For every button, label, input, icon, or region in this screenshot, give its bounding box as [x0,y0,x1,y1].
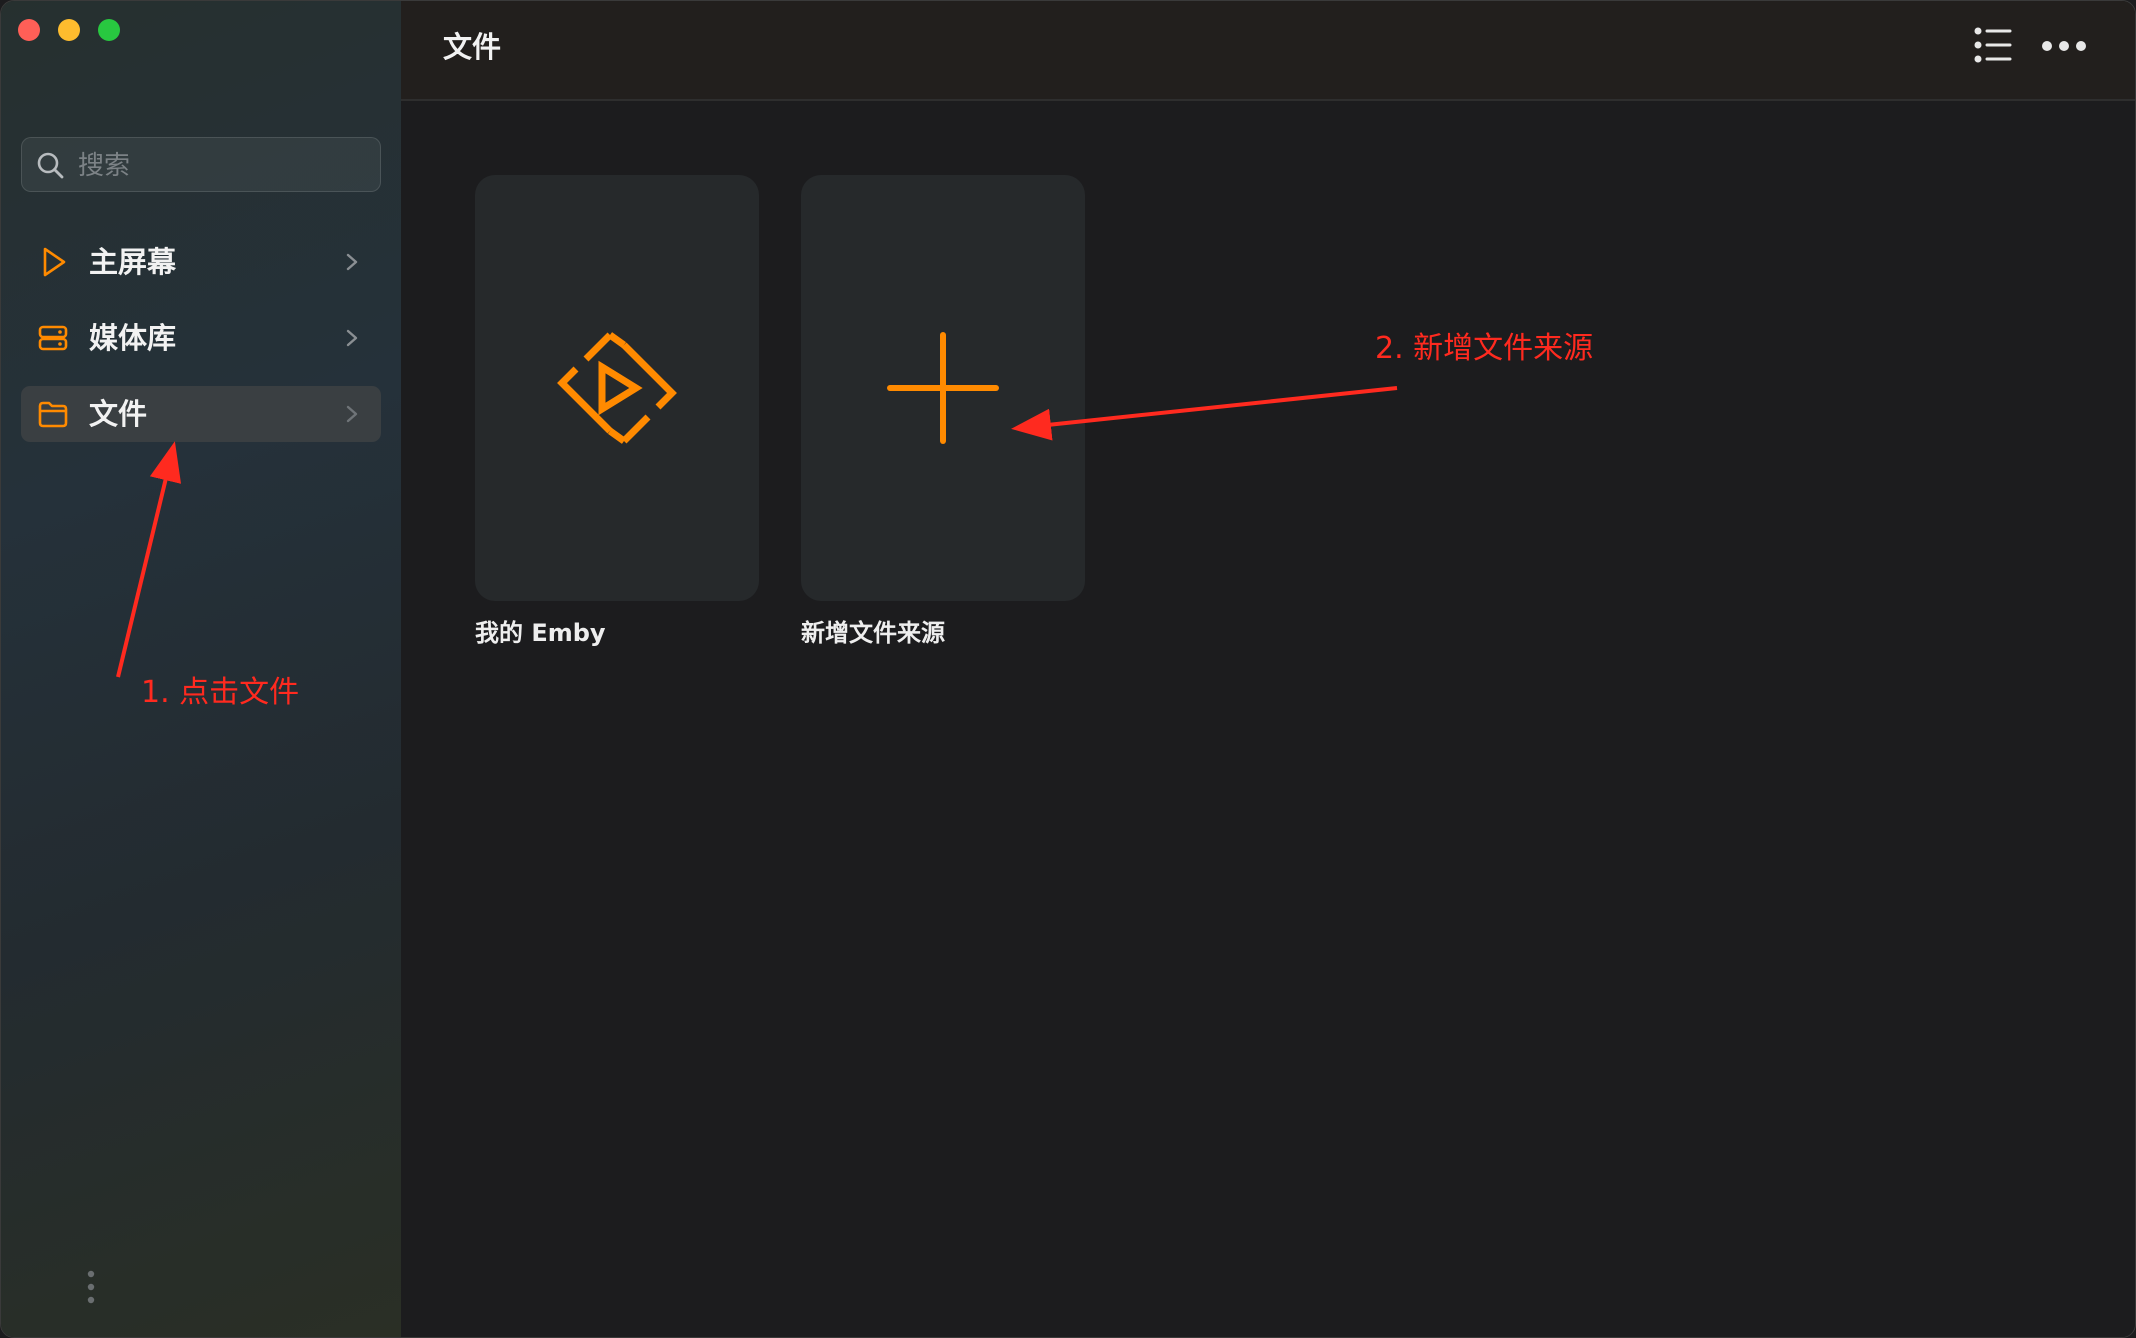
app-window: 主屏幕 媒体库 文件 [0,0,2136,1338]
chevron-right-icon [346,253,358,271]
zoom-window-button[interactable] [98,19,120,41]
sidebar: 主屏幕 媒体库 文件 [1,1,402,1337]
source-card-my-emby[interactable] [475,175,759,601]
search-input[interactable] [76,138,370,193]
sidebar-item-files[interactable]: 文件 [21,386,381,442]
sidebar-item-home[interactable]: 主屏幕 [21,234,381,290]
card-label: 新增文件来源 [801,619,945,647]
close-window-button[interactable] [18,19,40,41]
header: 文件 [401,1,2135,101]
sidebar-item-label: 主屏幕 [89,245,177,279]
main-content: 文件 我的 Emby 新增文件来源 [401,1,2135,1337]
play-icon [43,247,66,277]
page-title: 文件 [443,30,502,64]
add-file-source-card[interactable] [801,175,1085,601]
sidebar-item-label: 媒体库 [89,321,177,355]
chevron-right-icon [346,329,358,347]
sidebar-resize-handle[interactable] [87,1269,95,1305]
minimize-window-button[interactable] [58,19,80,41]
emby-logo-icon [557,332,677,444]
sidebar-item-label: 文件 [89,397,148,431]
list-view-icon[interactable] [1973,25,2013,65]
folder-icon [38,401,68,428]
chevron-right-icon [346,405,358,423]
card-label: 我的 Emby [475,619,606,647]
more-options-icon[interactable] [2041,31,2087,61]
search-box[interactable] [21,137,381,193]
server-icon [38,325,68,351]
search-icon [37,152,64,179]
plus-icon [887,332,999,444]
sidebar-item-library[interactable]: 媒体库 [21,310,381,366]
